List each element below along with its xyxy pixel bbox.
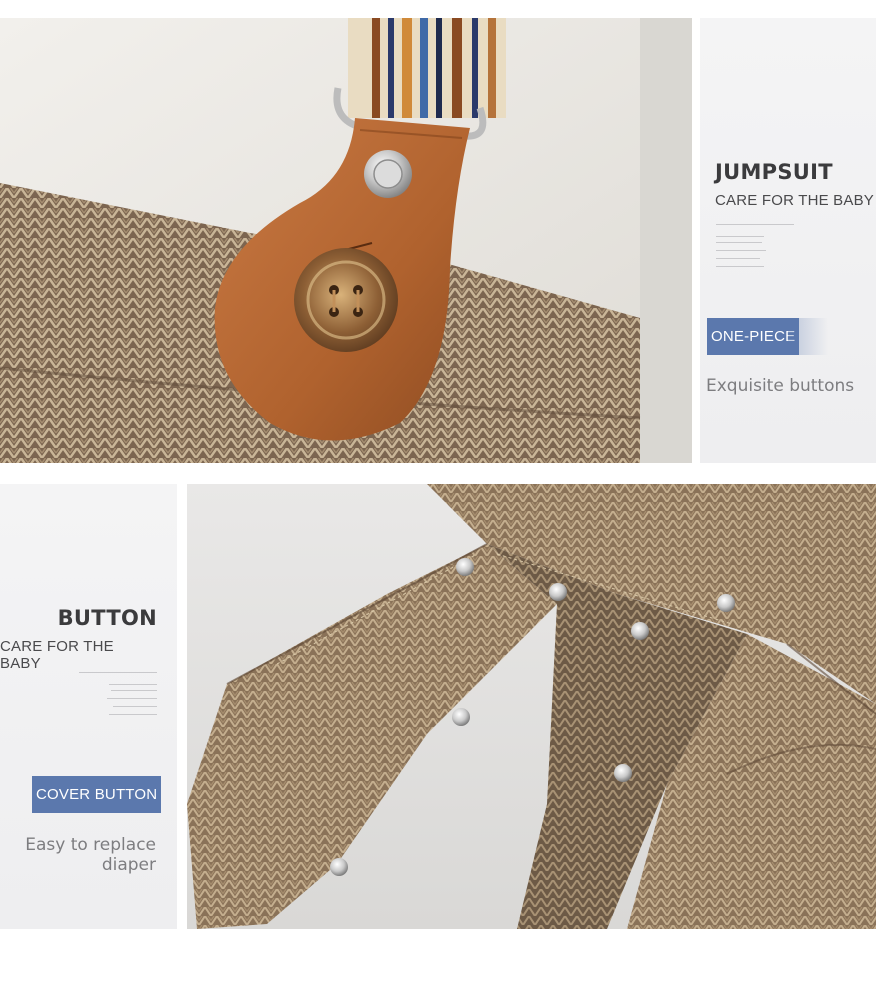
divider-line xyxy=(113,706,157,707)
divider-line xyxy=(107,698,157,699)
divider-line xyxy=(716,250,766,251)
one-piece-badge: ONE-PIECE xyxy=(707,318,800,355)
jumpsuit-title: JUMPSUIT xyxy=(715,160,833,184)
jumpsuit-subtitle: CARE FOR THE BABY xyxy=(715,192,874,209)
button-title: BUTTON xyxy=(57,606,157,630)
divider-line xyxy=(109,684,157,685)
cover-button-badge: COVER BUTTON xyxy=(32,776,162,813)
button-subtitle: CARE FOR THE BABY xyxy=(0,638,114,672)
button-info-panel: BUTTON CARE FOR THE BABY COVER BUTTON Ea… xyxy=(0,484,177,929)
divider-line xyxy=(716,242,762,243)
suspender-leather-tab-photo xyxy=(0,18,692,463)
button-feature-line1: Easy to replace xyxy=(25,835,156,855)
badge-fade xyxy=(788,318,828,355)
divider-line xyxy=(79,672,157,673)
divider-line xyxy=(109,714,157,715)
button-feature-line2: diaper xyxy=(101,855,156,875)
divider-line xyxy=(111,690,157,691)
jumpsuit-feature: Exquisite buttons xyxy=(706,376,855,396)
divider-line xyxy=(716,224,794,225)
snap-buttons-photo xyxy=(187,484,876,929)
suspender-button-photo xyxy=(0,18,692,463)
snap-button-crotch-photo xyxy=(187,484,876,929)
divider-line xyxy=(716,236,764,237)
divider-line xyxy=(716,266,764,267)
divider-line xyxy=(716,258,760,259)
jumpsuit-info-panel: JUMPSUIT CARE FOR THE BABY ONE-PIECE Exq… xyxy=(700,18,876,463)
